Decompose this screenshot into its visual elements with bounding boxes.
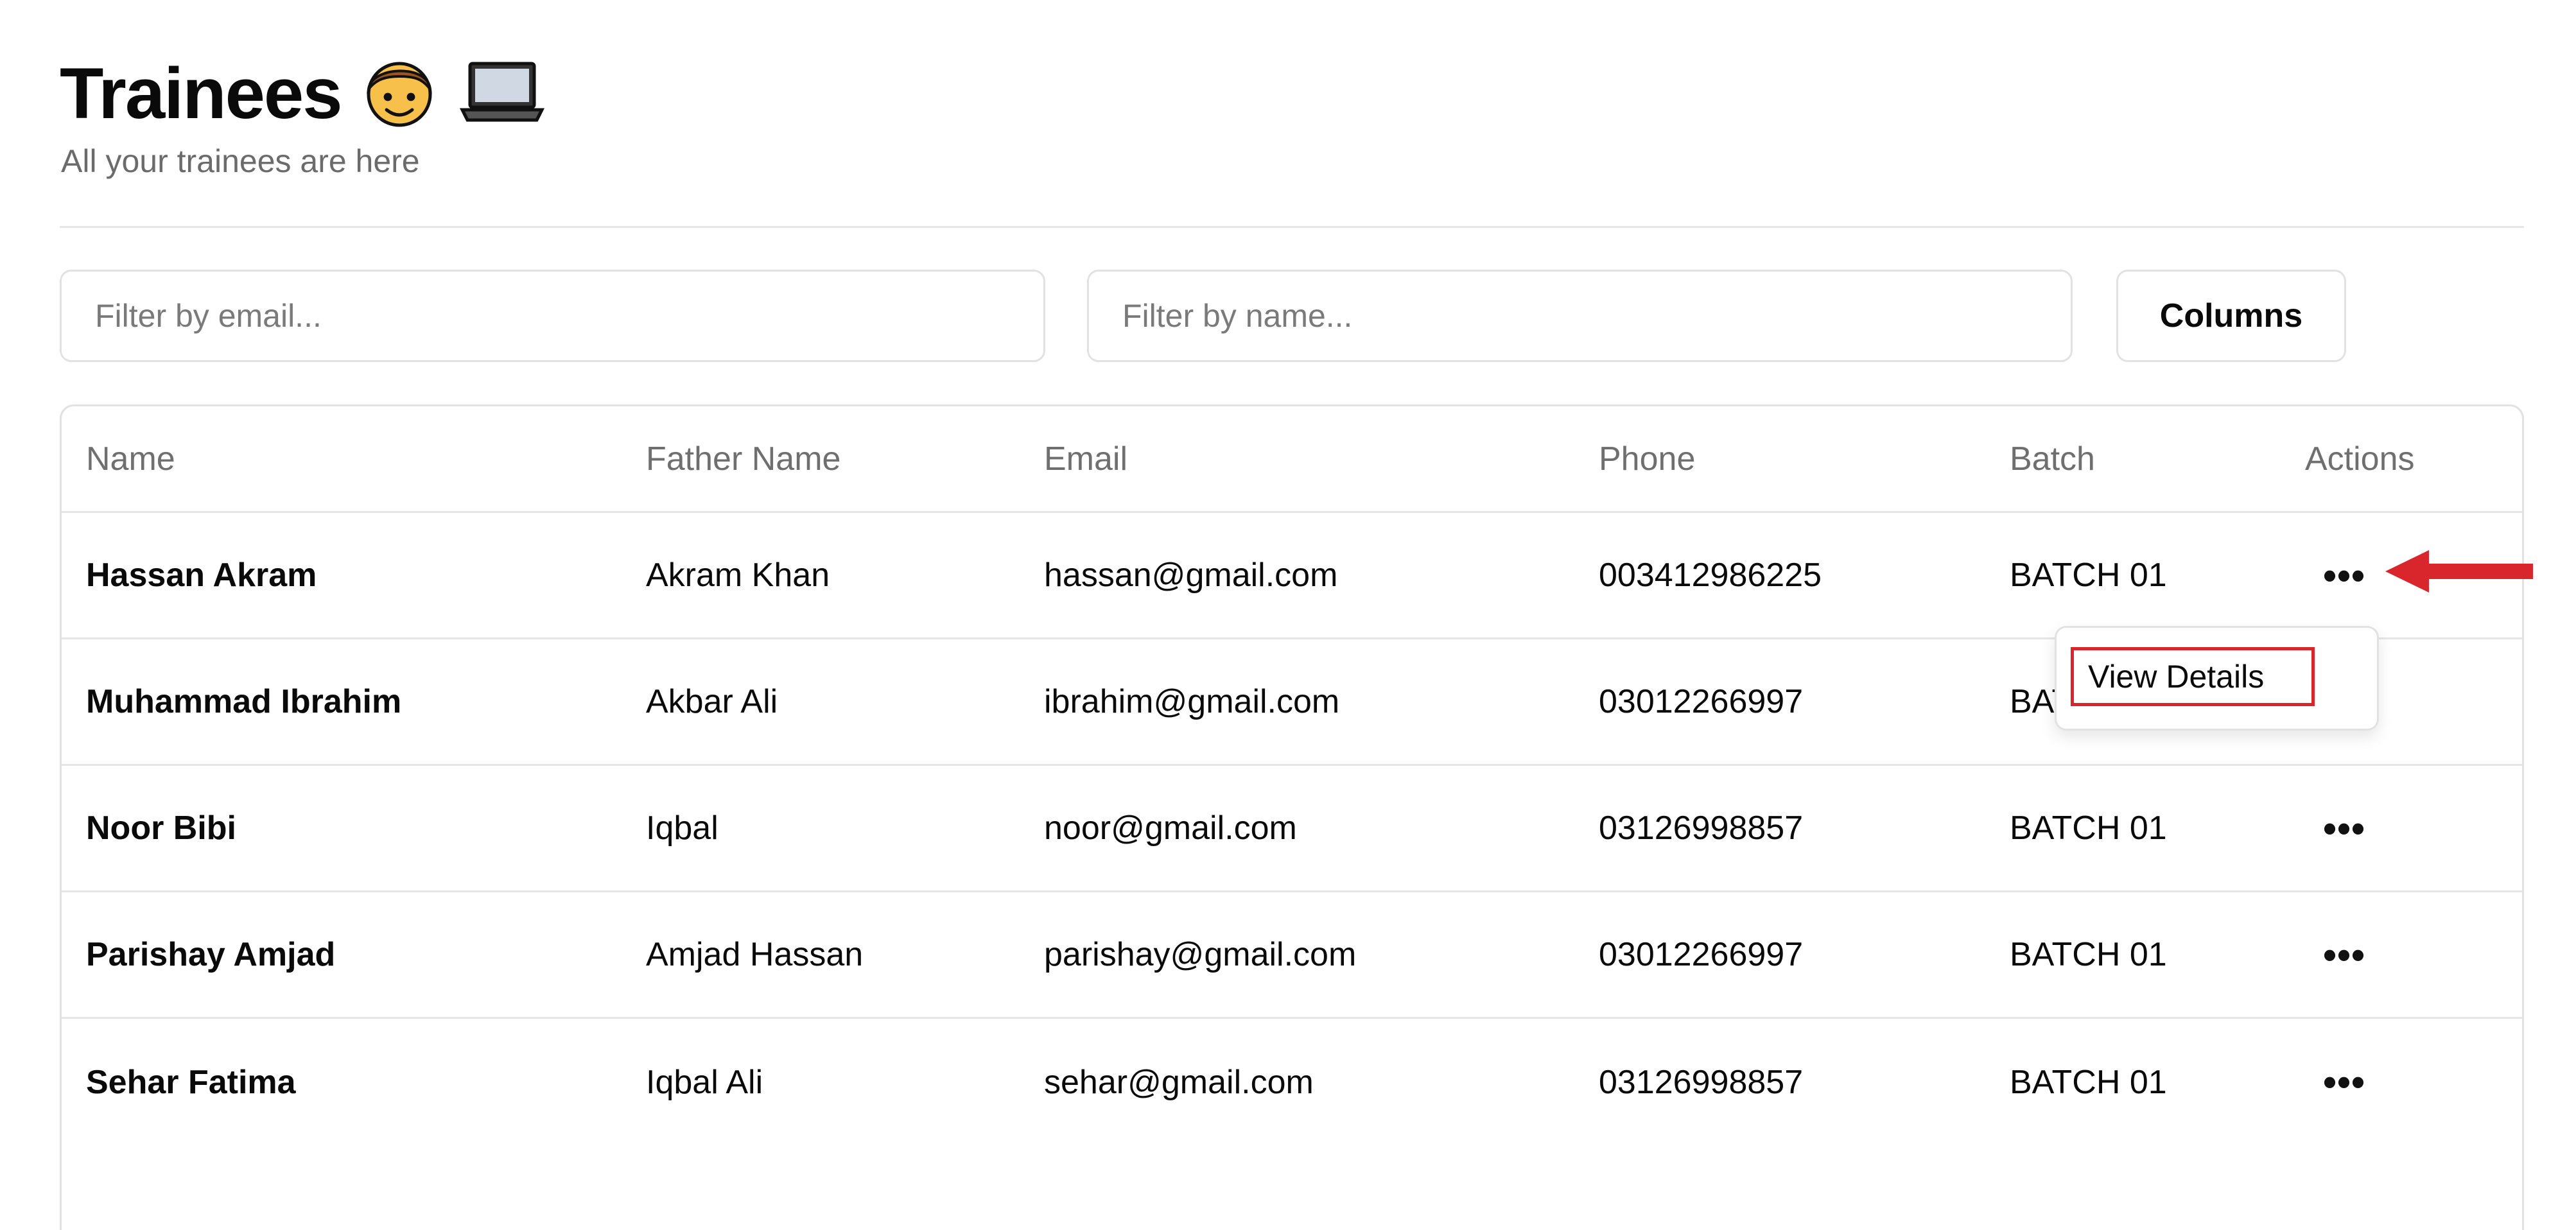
cell-email: sehar@gmail.com [1044,1063,1314,1101]
cell-email: ibrahim@gmail.com [1044,683,1340,720]
row-actions-menu-icon[interactable]: ••• [2309,766,2380,890]
cell-phone: 03012266997 [1599,936,1804,973]
annotation-arrow-icon [2385,550,2533,593]
columns-button[interactable]: Columns [2116,270,2346,362]
cell-batch: BATCH 01 [2010,936,2167,973]
page-header: Trainees [60,50,547,137]
cell-email: noor@gmail.com [1044,810,1297,847]
table-row: Hassan Akram Akram Khan hassan@gmail.com… [62,513,2522,639]
column-header-phone[interactable]: Phone [1599,406,1695,511]
column-header-batch[interactable]: Batch [2010,406,2095,511]
cell-name: Muhammad Ibrahim [86,683,402,720]
row-actions-menu-icon[interactable]: ••• [2309,1019,2380,1145]
column-header-actions: Actions [2305,440,2415,478]
table-row: Sehar Fatima Iqbal Ali sehar@gmail.com 0… [62,1019,2522,1145]
cell-father-name: Akram Khan [646,557,830,594]
filter-email-input[interactable] [60,270,1045,362]
cell-father-name: Akbar Ali [646,683,778,720]
cell-phone: 003412986225 [1599,557,1822,594]
header-divider [60,226,2524,228]
cell-father-name: Iqbal Ali [646,1063,763,1101]
table-row: Noor Bibi Iqbal noor@gmail.com 031269988… [62,766,2522,892]
column-header-email[interactable]: Email [1044,406,1127,511]
filter-name-input[interactable] [1087,270,2073,362]
row-actions-menu-icon[interactable]: ••• [2309,513,2380,637]
row-actions-dropdown: View Details [2055,626,2379,731]
table-header-row: Name Father Name Email Phone Batch Actio… [62,406,2522,513]
cell-name: Sehar Fatima [86,1063,296,1101]
cell-batch: BATCH 01 [2010,810,2167,847]
view-details-menu-item[interactable]: View Details [2071,647,2315,706]
row-actions-menu-icon[interactable]: ••• [2309,892,2380,1017]
cell-phone: 03126998857 [1599,1063,1804,1101]
boy-face-icon [358,51,440,136]
cell-name: Hassan Akram [86,557,317,594]
trainees-table: Name Father Name Email Phone Batch Actio… [60,404,2524,1230]
cell-email: parishay@gmail.com [1044,936,1357,973]
trainees-page: Trainees All your trainees are here Colu… [0,0,2576,1230]
table-row: Parishay Amjad Amjad Hassan parishay@gma… [62,892,2522,1019]
page-subtitle: All your trainees are here [61,143,420,179]
column-header-name[interactable]: Name [86,406,175,511]
cell-email: hassan@gmail.com [1044,557,1338,594]
column-header-father-name[interactable]: Father Name [646,406,840,511]
cell-name: Noor Bibi [86,810,236,847]
cell-phone: 03012266997 [1599,683,1804,720]
cell-name: Parishay Amjad [86,936,336,973]
cell-phone: 03126998857 [1599,810,1804,847]
laptop-icon [457,51,547,136]
page-title: Trainees [60,53,343,134]
cell-father-name: Amjad Hassan [646,936,864,973]
cell-batch: BATCH 01 [2010,557,2167,594]
cell-batch: BATCH 01 [2010,1063,2167,1101]
cell-father-name: Iqbal [646,810,718,847]
